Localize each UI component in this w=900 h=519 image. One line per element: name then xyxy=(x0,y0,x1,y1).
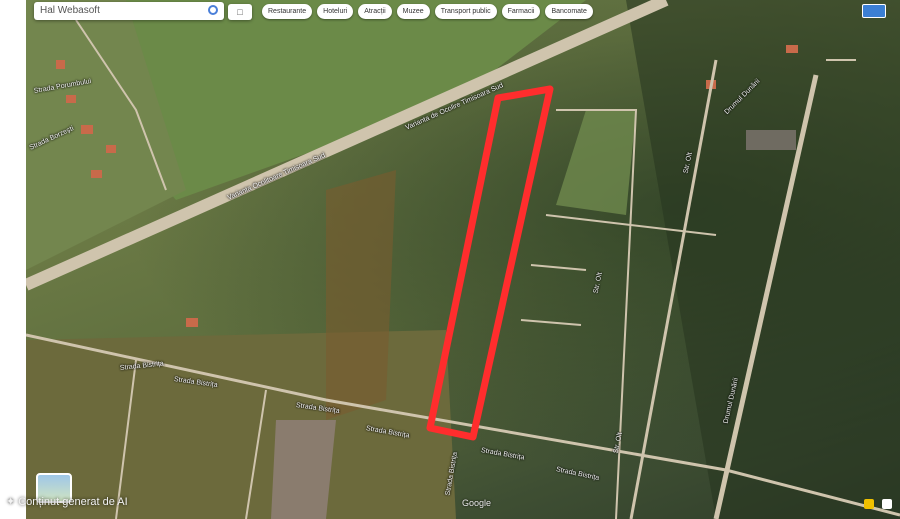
ai-caption-text: Conținut generat de AI xyxy=(18,496,128,508)
search-value: Hal Webasoft xyxy=(40,5,100,16)
chip-museums[interactable]: Muzee xyxy=(396,4,430,19)
search-input[interactable]: Hal Webasoft xyxy=(34,2,224,20)
fullscreen-icon[interactable] xyxy=(882,499,892,509)
category-chips: Restaurante Hoteluri Atracții Muzee Tran… xyxy=(262,4,593,19)
map-canvas xyxy=(26,0,900,519)
apps-icon[interactable] xyxy=(862,4,886,18)
satellite-map[interactable]: Varianta Ocolitoare Timisoara Sud Varian… xyxy=(26,0,900,519)
chip-hotels[interactable]: Hoteluri xyxy=(317,4,354,19)
chip-atms[interactable]: Bancomate xyxy=(545,4,593,19)
brown-strip xyxy=(326,170,396,420)
ai-generated-caption: ✦ Conținut generat de AI xyxy=(6,495,128,508)
sparkle-icon: ✦ xyxy=(6,496,16,508)
chip-transport[interactable]: Transport public xyxy=(434,4,497,19)
dark-area xyxy=(626,0,900,519)
building xyxy=(746,130,796,150)
chip-attractions[interactable]: Atracții xyxy=(358,4,392,19)
pegman-icon[interactable] xyxy=(864,499,874,509)
chip-pharmacies[interactable]: Farmacii xyxy=(501,4,541,19)
ploughed-field xyxy=(271,420,336,519)
directions-button[interactable]: □ xyxy=(228,4,252,20)
google-watermark: Google xyxy=(462,498,492,508)
plot-east xyxy=(556,110,636,215)
field-bottom-left xyxy=(26,330,456,519)
chip-restaurants[interactable]: Restaurante xyxy=(262,4,313,19)
search-icon[interactable] xyxy=(208,5,218,15)
